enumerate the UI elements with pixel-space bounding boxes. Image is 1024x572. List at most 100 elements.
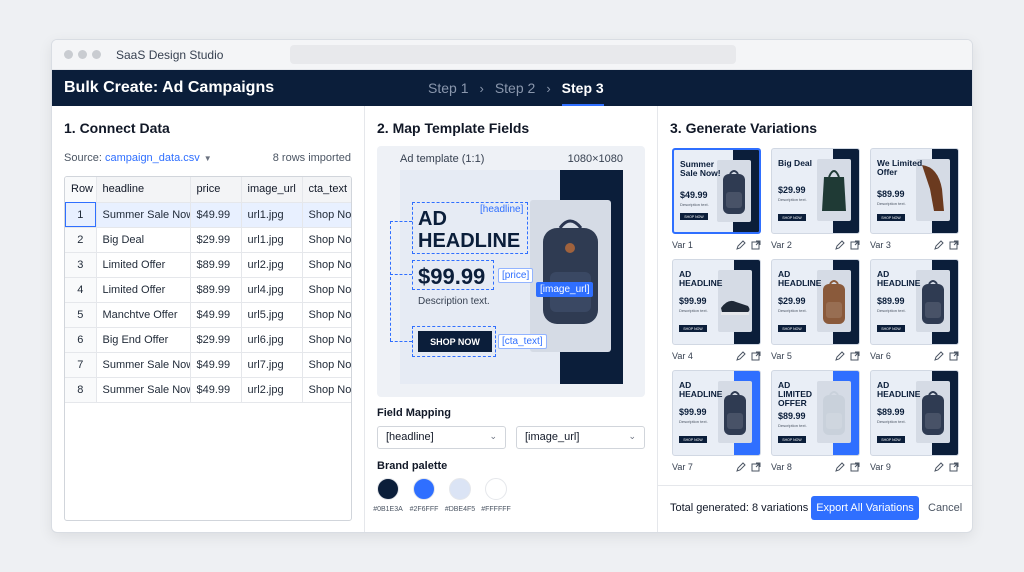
- palette-swatch[interactable]: [449, 478, 471, 500]
- variation-thumbnail[interactable]: AD HEADLINE $89.99 Description text. SHOP N…: [870, 259, 959, 345]
- table-cell[interactable]: Big End Offer: [96, 327, 191, 353]
- window-minimize-dot[interactable]: [78, 50, 87, 59]
- table-row[interactable]: 3Limited Offer$89.99url2.jpgShop Now: [65, 252, 351, 278]
- column-header[interactable]: cta_text: [302, 177, 351, 203]
- table-cell[interactable]: url2.jpg: [241, 252, 303, 278]
- variation-item[interactable]: AD HEADLINE $99.99 Description text. SHOP N…: [672, 370, 761, 474]
- source-file-link[interactable]: campaign_data.csv: [105, 152, 200, 164]
- table-cell[interactable]: 7: [65, 352, 97, 378]
- table-cell[interactable]: $49.99: [190, 202, 242, 228]
- headline-field-select[interactable]: [headline] ⌄: [377, 426, 506, 449]
- table-cell[interactable]: $29.99: [190, 227, 242, 253]
- table-row[interactable]: 5Manchtve Offer$49.99url5.jpgShop Now: [65, 302, 351, 328]
- table-row[interactable]: 7Summer Sale Now!$49.99url7.jpgShop Now: [65, 352, 351, 378]
- table-cell[interactable]: 2: [65, 227, 97, 253]
- window-close-dot[interactable]: [64, 50, 73, 59]
- variation-thumbnail[interactable]: AD HEADLINE $99.99 Description text. SHOP N…: [672, 370, 761, 456]
- table-cell[interactable]: 4: [65, 277, 97, 303]
- column-header[interactable]: headline: [96, 177, 191, 203]
- window-maximize-dot[interactable]: [92, 50, 101, 59]
- column-header[interactable]: price: [190, 177, 242, 203]
- table-cell[interactable]: Limited Offer: [96, 277, 191, 303]
- table-cell[interactable]: Shop Now: [302, 327, 351, 353]
- table-cell[interactable]: Summer Sale Now!: [96, 202, 191, 228]
- table-cell[interactable]: Summer Sale Now!: [96, 352, 191, 378]
- source-selector[interactable]: Source: campaign_data.csv ▼: [64, 152, 212, 164]
- variation-item[interactable]: AD HEADLINE $89.99 Description text. SHOP N…: [870, 370, 959, 474]
- variation-item[interactable]: AD LIMITED OFFER $89.99 Description text. S…: [771, 370, 860, 474]
- palette-swatch[interactable]: [413, 478, 435, 500]
- variation-thumbnail[interactable]: We Limited Offer $89.99 Description text. S…: [870, 148, 959, 234]
- edit-icon[interactable]: [835, 351, 845, 361]
- variation-thumbnail[interactable]: AD HEADLINE $29.99 Description text. SHOP N…: [771, 259, 860, 345]
- table-cell[interactable]: 8: [65, 377, 97, 403]
- edit-icon[interactable]: [736, 462, 746, 472]
- table-cell[interactable]: url1.jpg: [241, 202, 303, 228]
- open-external-icon[interactable]: [949, 351, 959, 361]
- table-cell[interactable]: url2.jpg: [241, 377, 303, 403]
- table-cell[interactable]: Shop Now: [302, 377, 351, 403]
- table-cell[interactable]: $89.99: [190, 252, 242, 278]
- step-1[interactable]: Step 1: [428, 80, 468, 96]
- open-external-icon[interactable]: [850, 351, 860, 361]
- table-cell[interactable]: url7.jpg: [241, 352, 303, 378]
- edit-icon[interactable]: [934, 240, 944, 250]
- chevron-down-icon[interactable]: ▼: [204, 154, 212, 163]
- edit-icon[interactable]: [934, 462, 944, 472]
- image-field-select[interactable]: [image_url] ⌄: [516, 426, 645, 449]
- table-cell[interactable]: Shop Now: [302, 252, 351, 278]
- column-header[interactable]: image_url: [241, 177, 303, 203]
- open-external-icon[interactable]: [850, 462, 860, 472]
- column-header[interactable]: Row: [65, 177, 97, 203]
- variation-item[interactable]: AD HEADLINE $29.99 Description text. SHOP N…: [771, 259, 860, 363]
- edit-icon[interactable]: [736, 351, 746, 361]
- table-cell[interactable]: Big Deal: [96, 227, 191, 253]
- table-cell[interactable]: $89.99: [190, 277, 242, 303]
- step-2[interactable]: Step 2: [495, 80, 535, 96]
- table-cell[interactable]: Limited Offer: [96, 252, 191, 278]
- table-cell[interactable]: url6.jpg: [241, 327, 303, 353]
- variation-thumbnail[interactable]: AD HEADLINE $99.99 Description text. SHOP N…: [672, 259, 761, 345]
- table-cell[interactable]: 1: [65, 202, 97, 228]
- address-bar[interactable]: [290, 45, 736, 64]
- edit-icon[interactable]: [835, 240, 845, 250]
- table-cell[interactable]: url4.jpg: [241, 277, 303, 303]
- open-external-icon[interactable]: [949, 462, 959, 472]
- variation-thumbnail[interactable]: AD LIMITED OFFER $89.99 Description text. S…: [771, 370, 860, 456]
- table-row[interactable]: 8Summer Sale Now!$49.99url2.jpgShop Now: [65, 377, 351, 403]
- variation-item[interactable]: Summer Sale Now! $49.99 Description text. S…: [672, 148, 761, 252]
- table-cell[interactable]: $49.99: [190, 377, 242, 403]
- table-cell[interactable]: url1.jpg: [241, 227, 303, 253]
- table-cell[interactable]: Shop Now: [302, 302, 351, 328]
- table-row[interactable]: 6Big End Offer$29.99url6.jpgShop Now: [65, 327, 351, 353]
- variation-thumbnail[interactable]: AD HEADLINE $89.99 Description text. SHOP N…: [870, 370, 959, 456]
- table-cell[interactable]: Shop Now: [302, 202, 351, 228]
- variation-thumbnail[interactable]: Big Deal $29.99 Description text. SHOP NOW: [771, 148, 860, 234]
- table-cell[interactable]: url5.jpg: [241, 302, 303, 328]
- table-cell[interactable]: Summer Sale Now!: [96, 377, 191, 403]
- table-cell[interactable]: Shop Now: [302, 227, 351, 253]
- table-cell[interactable]: Shop Now: [302, 277, 351, 303]
- table-cell[interactable]: $49.99: [190, 352, 242, 378]
- edit-icon[interactable]: [934, 351, 944, 361]
- table-cell[interactable]: 6: [65, 327, 97, 353]
- variation-item[interactable]: We Limited Offer $89.99 Description text. S…: [870, 148, 959, 252]
- palette-swatch[interactable]: [485, 478, 507, 500]
- export-all-button[interactable]: Export All Variations: [811, 496, 919, 520]
- open-external-icon[interactable]: [751, 462, 761, 472]
- variation-item[interactable]: AD HEADLINE $99.99 Description text. SHOP N…: [672, 259, 761, 363]
- edit-icon[interactable]: [835, 462, 845, 472]
- variation-item[interactable]: Big Deal $29.99 Description text. SHOP NOW V…: [771, 148, 860, 252]
- variation-thumbnail[interactable]: Summer Sale Now! $49.99 Description text. S…: [672, 148, 761, 234]
- table-cell[interactable]: 5: [65, 302, 97, 328]
- open-external-icon[interactable]: [949, 240, 959, 250]
- step-3[interactable]: Step 3: [561, 80, 604, 106]
- palette-swatch[interactable]: [377, 478, 399, 500]
- table-cell[interactable]: Shop Now: [302, 352, 351, 378]
- ad-template-canvas[interactable]: AD HEADLINE [headline] $99.99 [price] De…: [400, 170, 623, 384]
- open-external-icon[interactable]: [751, 351, 761, 361]
- table-row[interactable]: 4Limited Offer$89.99url4.jpgShop Now: [65, 277, 351, 303]
- table-cell[interactable]: $29.99: [190, 327, 242, 353]
- ad-image-placeholder[interactable]: [530, 200, 611, 352]
- edit-icon[interactable]: [736, 240, 746, 250]
